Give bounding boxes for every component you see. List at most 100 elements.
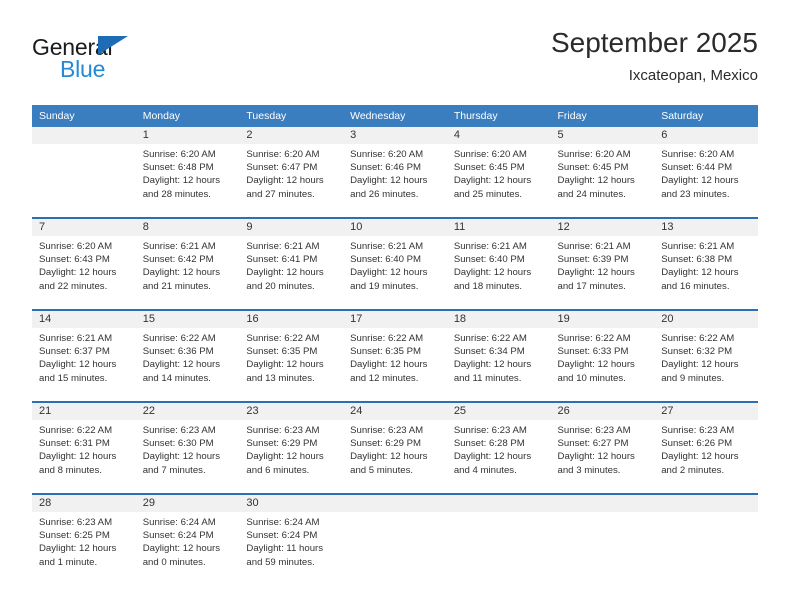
sunset-time: Sunset: 6:29 PM [246, 438, 318, 450]
calendar-day-cell[interactable]: 1 Sunrise: 6:20 AM Sunset: 6:48 PM Daylight… [135, 127, 240, 218]
sunset-time: Sunset: 6:27 PM [557, 438, 629, 450]
calendar-day-cell[interactable]: 4 Sunrise: 6:20 AM Sunset: 6:45 PM Daylight… [446, 127, 551, 218]
sunset-time: Sunset: 6:38 PM [661, 254, 733, 266]
calendar-day-cell[interactable]: 3 Sunrise: 6:20 AM Sunset: 6:46 PM Daylight… [343, 127, 447, 218]
sunset-time: Sunset: 6:28 PM [453, 438, 525, 450]
daylight-duration-line2: and 23 minutes. [661, 188, 730, 200]
calendar-day-cell[interactable]: 8 Sunrise: 6:21 AM Sunset: 6:42 PM Daylight… [135, 217, 240, 310]
sunset-time: Sunset: 6:46 PM [350, 162, 422, 174]
calendar-day-cell[interactable]: 14 Sunrise: 6:21 AM Sunset: 6:37 PM Dayligh… [32, 309, 136, 402]
calendar-day-cell-empty [32, 127, 136, 218]
daylight-duration-line1: Daylight: 12 hours [661, 175, 739, 187]
daylight-duration-line1: Daylight: 11 hours [246, 543, 324, 555]
calendar-day-cell[interactable]: 18 Sunrise: 6:22 AM Sunset: 6:34 PM Dayligh… [446, 309, 551, 402]
sunrise-time: Sunrise: 6:23 AM [246, 425, 320, 436]
calendar-day-cell[interactable]: 21 Sunrise: 6:22 AM Sunset: 6:31 PM Dayligh… [32, 401, 136, 494]
daylight-duration-line1: Daylight: 12 hours [246, 451, 324, 463]
calendar-day-cell[interactable]: 16 Sunrise: 6:22 AM Sunset: 6:35 PM Dayligh… [239, 309, 344, 402]
daylight-duration-line2: and 14 minutes. [142, 372, 211, 384]
sunrise-time: Sunrise: 6:24 AM [142, 517, 216, 528]
daylight-duration-line1: Daylight: 12 hours [142, 175, 221, 187]
day-details: Sunrise: 6:22 AM Sunset: 6:31 PM Daylight:… [32, 420, 136, 477]
calendar-day-cell[interactable]: 9 Sunrise: 6:21 AM Sunset: 6:41 PM Daylight… [239, 217, 344, 310]
daylight-duration-line2: and 22 minutes. [39, 280, 108, 292]
calendar-day-cell[interactable]: 10 Sunrise: 6:21 AM Sunset: 6:40 PM Dayligh… [343, 217, 447, 310]
calendar-day-cell[interactable]: 28 Sunrise: 6:23 AM Sunset: 6:25 PM Dayligh… [32, 493, 136, 585]
sunrise-time: Sunrise: 6:21 AM [246, 241, 320, 252]
day-details: Sunrise: 6:22 AM Sunset: 6:35 PM Daylight:… [239, 328, 343, 385]
daylight-duration-line1: Daylight: 12 hours [453, 359, 532, 371]
day-cell-inner: 3 Sunrise: 6:20 AM Sunset: 6:46 PM Daylight… [343, 127, 447, 217]
calendar-day-cell[interactable]: 24 Sunrise: 6:23 AM Sunset: 6:29 PM Dayligh… [343, 401, 447, 494]
calendar-day-cell[interactable]: 27 Sunrise: 6:23 AM Sunset: 6:26 PM Dayligh… [654, 401, 758, 494]
day-details: Sunrise: 6:24 AM Sunset: 6:24 PM Daylight:… [136, 512, 240, 569]
general-blue-logo[interactable]: General Blue [32, 34, 212, 90]
day-number: 26 [550, 403, 655, 420]
calendar-week-row: 1 Sunrise: 6:20 AM Sunset: 6:48 PM Daylight… [32, 127, 758, 218]
day-cell-inner: 29 Sunrise: 6:24 AM Sunset: 6:24 PM Dayligh… [135, 495, 240, 585]
calendar-day-cell[interactable]: 5 Sunrise: 6:20 AM Sunset: 6:45 PM Daylight… [550, 127, 655, 218]
day-number: 25 [446, 403, 551, 420]
calendar-week-row: 21 Sunrise: 6:22 AM Sunset: 6:31 PM Dayligh… [32, 401, 758, 494]
day-details: Sunrise: 6:21 AM Sunset: 6:38 PM Daylight:… [654, 236, 758, 293]
calendar-day-cell[interactable]: 13 Sunrise: 6:21 AM Sunset: 6:38 PM Dayligh… [654, 217, 758, 310]
calendar-day-cell[interactable]: 19 Sunrise: 6:22 AM Sunset: 6:33 PM Dayligh… [550, 309, 655, 402]
day-number: 7 [32, 219, 136, 236]
sunset-time: Sunset: 6:26 PM [661, 438, 733, 450]
calendar-day-cell[interactable]: 29 Sunrise: 6:24 AM Sunset: 6:24 PM Dayligh… [135, 493, 240, 585]
sunset-time: Sunset: 6:32 PM [661, 346, 733, 358]
day-details: Sunrise: 6:21 AM Sunset: 6:42 PM Daylight:… [136, 236, 240, 293]
day-number: 15 [135, 311, 240, 328]
daylight-duration-line2: and 26 minutes. [350, 188, 419, 200]
day-details: Sunrise: 6:22 AM Sunset: 6:33 PM Daylight:… [551, 328, 655, 385]
calendar-day-cell[interactable]: 23 Sunrise: 6:23 AM Sunset: 6:29 PM Dayligh… [239, 401, 344, 494]
calendar-day-cell[interactable]: 7 Sunrise: 6:20 AM Sunset: 6:43 PM Daylight… [32, 217, 136, 310]
day-number: 27 [654, 403, 758, 420]
sunrise-time: Sunrise: 6:21 AM [557, 241, 631, 252]
calendar-day-cell[interactable]: 22 Sunrise: 6:23 AM Sunset: 6:30 PM Dayligh… [135, 401, 240, 494]
day-cell-inner: 17 Sunrise: 6:22 AM Sunset: 6:35 PM Dayligh… [343, 311, 447, 401]
calendar-day-cell[interactable]: 12 Sunrise: 6:21 AM Sunset: 6:39 PM Dayligh… [550, 217, 655, 310]
weekday-header-monday: Monday [135, 105, 240, 127]
calendar-day-cell[interactable]: 25 Sunrise: 6:23 AM Sunset: 6:28 PM Dayligh… [446, 401, 551, 494]
day-number [446, 495, 551, 512]
day-number: 2 [239, 127, 344, 144]
sunset-time: Sunset: 6:24 PM [246, 530, 318, 542]
calendar-day-cell[interactable]: 2 Sunrise: 6:20 AM Sunset: 6:47 PM Daylight… [239, 127, 344, 218]
daylight-duration-line2: and 27 minutes. [246, 188, 315, 200]
calendar-week-row: 14 Sunrise: 6:21 AM Sunset: 6:37 PM Dayligh… [32, 309, 758, 402]
calendar-day-cell[interactable]: 11 Sunrise: 6:21 AM Sunset: 6:40 PM Dayligh… [446, 217, 551, 310]
calendar-day-cell[interactable]: 15 Sunrise: 6:22 AM Sunset: 6:36 PM Dayligh… [135, 309, 240, 402]
sunset-time: Sunset: 6:36 PM [142, 346, 214, 358]
day-cell-inner [446, 495, 551, 585]
calendar-day-cell-empty [343, 493, 447, 585]
sunset-time: Sunset: 6:48 PM [142, 162, 214, 174]
daylight-duration-line1: Daylight: 12 hours [246, 175, 324, 187]
calendar-day-cell[interactable]: 20 Sunrise: 6:22 AM Sunset: 6:32 PM Dayligh… [654, 309, 758, 402]
day-details: Sunrise: 6:23 AM Sunset: 6:27 PM Daylight:… [551, 420, 655, 477]
daylight-duration-line2: and 12 minutes. [350, 372, 419, 384]
daylight-duration-line2: and 0 minutes. [142, 556, 206, 568]
sunset-time: Sunset: 6:33 PM [557, 346, 629, 358]
day-details: Sunrise: 6:24 AM Sunset: 6:24 PM Daylight:… [239, 512, 343, 569]
day-cell-inner [654, 495, 758, 585]
sunrise-time: Sunrise: 6:20 AM [246, 149, 320, 160]
calendar-day-cell[interactable]: 26 Sunrise: 6:23 AM Sunset: 6:27 PM Dayligh… [550, 401, 655, 494]
day-details: Sunrise: 6:20 AM Sunset: 6:44 PM Daylight:… [654, 144, 758, 201]
day-details: Sunrise: 6:20 AM Sunset: 6:48 PM Daylight:… [136, 144, 240, 201]
daylight-duration-line1: Daylight: 12 hours [557, 451, 635, 463]
day-details: Sunrise: 6:23 AM Sunset: 6:29 PM Daylight:… [343, 420, 447, 477]
daylight-duration-line1: Daylight: 12 hours [661, 451, 739, 463]
daylight-duration-line2: and 24 minutes. [557, 188, 626, 200]
day-cell-inner: 20 Sunrise: 6:22 AM Sunset: 6:32 PM Dayligh… [654, 311, 758, 401]
weekday-header-thursday: Thursday [446, 105, 551, 127]
calendar-day-cell[interactable]: 17 Sunrise: 6:22 AM Sunset: 6:35 PM Dayligh… [343, 309, 447, 402]
calendar-day-cell[interactable]: 6 Sunrise: 6:20 AM Sunset: 6:44 PM Daylight… [654, 127, 758, 218]
calendar-day-cell[interactable]: 30 Sunrise: 6:24 AM Sunset: 6:24 PM Dayligh… [239, 493, 344, 585]
sunrise-time: Sunrise: 6:21 AM [661, 241, 735, 252]
day-cell-inner: 8 Sunrise: 6:21 AM Sunset: 6:42 PM Daylight… [135, 219, 240, 309]
daylight-duration-line1: Daylight: 12 hours [453, 451, 532, 463]
day-cell-inner [343, 495, 447, 585]
day-details: Sunrise: 6:23 AM Sunset: 6:30 PM Daylight:… [136, 420, 240, 477]
day-number [654, 495, 758, 512]
